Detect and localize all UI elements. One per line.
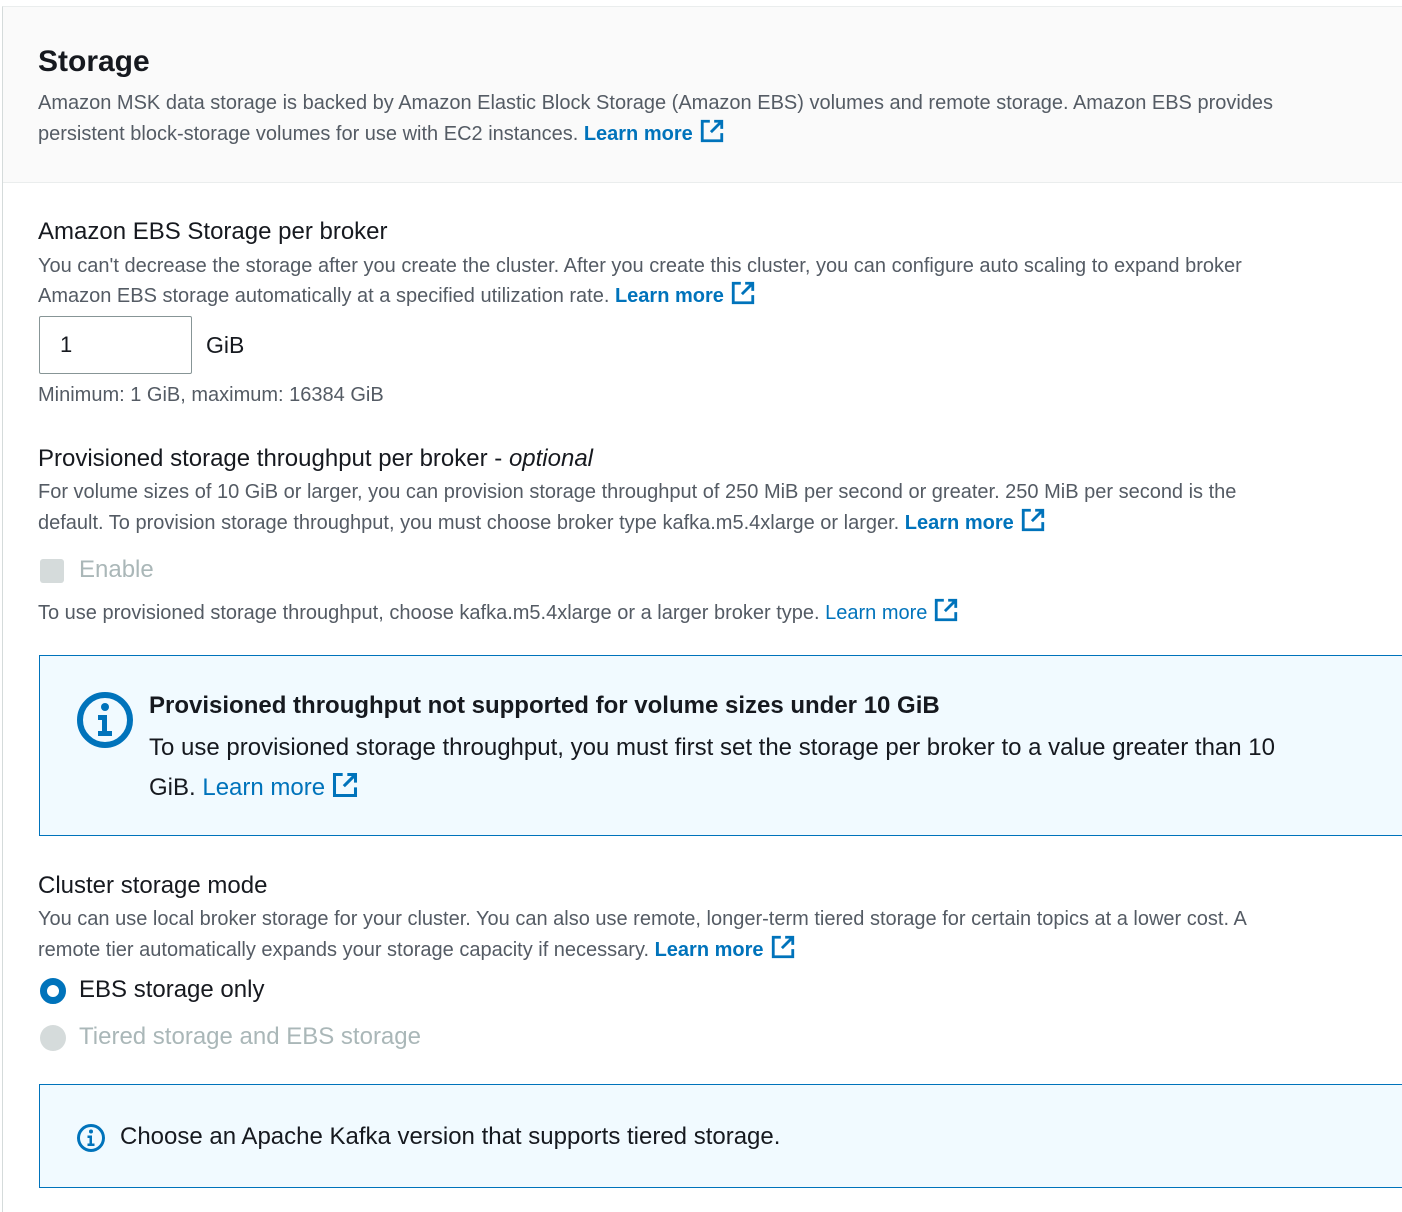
info-icon — [76, 1123, 106, 1158]
external-link-icon — [331, 771, 359, 812]
storage-mode-description-text: remote tier automatically expands your s… — [38, 939, 650, 961]
external-link-icon — [933, 597, 959, 632]
learn-more-label: Learn more — [614, 285, 724, 307]
ebs-description-line1: You can't decrease the storage after you… — [38, 255, 1242, 277]
alert-title: Provisioned throughput not supported for… — [149, 692, 940, 719]
ebs-only-radio[interactable] — [40, 978, 66, 1004]
storage-mode-learn-more-link[interactable]: Learn more — [654, 935, 796, 961]
learn-more-label: Learn more — [654, 939, 764, 961]
tiered-storage-radio[interactable] — [40, 1025, 66, 1051]
tiered-storage-alert-text: Choose an Apache Kafka version that supp… — [120, 1123, 781, 1150]
throughput-description-text: default. To provision storage throughput… — [38, 512, 900, 534]
learn-more-label: Learn more — [202, 774, 326, 801]
throughput-description-line1: For volume sizes of 10 GiB or larger, yo… — [38, 481, 1237, 503]
external-link-icon — [1020, 507, 1046, 542]
ebs-learn-more-link[interactable]: Learn more — [614, 281, 756, 307]
alert-text-line2: GiB. Learn more — [149, 768, 359, 812]
storage-header: Storage Amazon MSK data storage is backe… — [3, 7, 1402, 183]
ebs-storage-unit: GiB — [206, 332, 245, 358]
storage-learn-more-link[interactable]: Learn more — [583, 119, 725, 145]
external-link-icon — [770, 934, 796, 969]
ebs-description-line2: Amazon EBS storage automatically at a sp… — [38, 280, 756, 315]
ebs-storage-label: Amazon EBS Storage per broker — [38, 218, 388, 245]
enable-throughput-checkbox[interactable] — [40, 559, 64, 583]
alert-text-line1: To use provisioned storage throughput, y… — [149, 734, 1275, 761]
ebs-description-text: Amazon EBS storage automatically at a sp… — [38, 285, 610, 307]
ebs-storage-constraint: Minimum: 1 GiB, maximum: 16384 GiB — [38, 384, 384, 406]
throughput-hint-text: To use provisioned storage throughput, c… — [38, 602, 820, 624]
storage-mode-label: Cluster storage mode — [38, 872, 268, 899]
throughput-description-line2: default. To provision storage throughput… — [38, 507, 1046, 542]
learn-more-label: Learn more — [825, 602, 928, 624]
storage-description-line2: persistent block-storage volumes for use… — [38, 118, 725, 153]
external-link-icon — [730, 280, 756, 315]
storage-mode-description-line2: remote tier automatically expands your s… — [38, 934, 796, 969]
throughput-label: Provisioned storage throughput per broke… — [38, 445, 593, 473]
ebs-only-radio-label[interactable]: EBS storage only — [79, 976, 264, 1004]
learn-more-label: Learn more — [583, 123, 693, 145]
optional-tag: optional — [508, 445, 594, 472]
tiered-storage-info-alert: Choose an Apache Kafka version that supp… — [39, 1084, 1402, 1188]
throughput-learn-more-link[interactable]: Learn more — [904, 508, 1046, 534]
storage-panel: Storage Amazon MSK data storage is backe… — [2, 6, 1402, 1212]
alert-text: GiB. — [149, 774, 196, 801]
page-title: Storage — [38, 45, 150, 78]
external-link-icon — [699, 118, 725, 153]
throughput-info-alert: Provisioned throughput not supported for… — [39, 655, 1402, 836]
tiered-storage-radio-label: Tiered storage and EBS storage — [79, 1023, 421, 1050]
storage-description-text: persistent block-storage volumes for use… — [38, 123, 579, 145]
learn-more-label: Learn more — [904, 512, 1014, 534]
storage-mode-description-line1: You can use local broker storage for you… — [38, 908, 1247, 930]
alert-learn-more-link[interactable]: Learn more — [202, 772, 359, 801]
enable-throughput-label: Enable — [79, 556, 154, 583]
throughput-label-text: Provisioned storage throughput per broke… — [38, 445, 509, 472]
throughput-hint: To use provisioned storage throughput, c… — [38, 597, 959, 632]
ebs-storage-input[interactable]: 1 — [39, 316, 192, 374]
storage-description-line1: Amazon MSK data storage is backed by Ama… — [38, 92, 1274, 114]
info-icon — [75, 690, 135, 755]
throughput-hint-learn-more-link[interactable]: Learn more — [825, 598, 959, 624]
